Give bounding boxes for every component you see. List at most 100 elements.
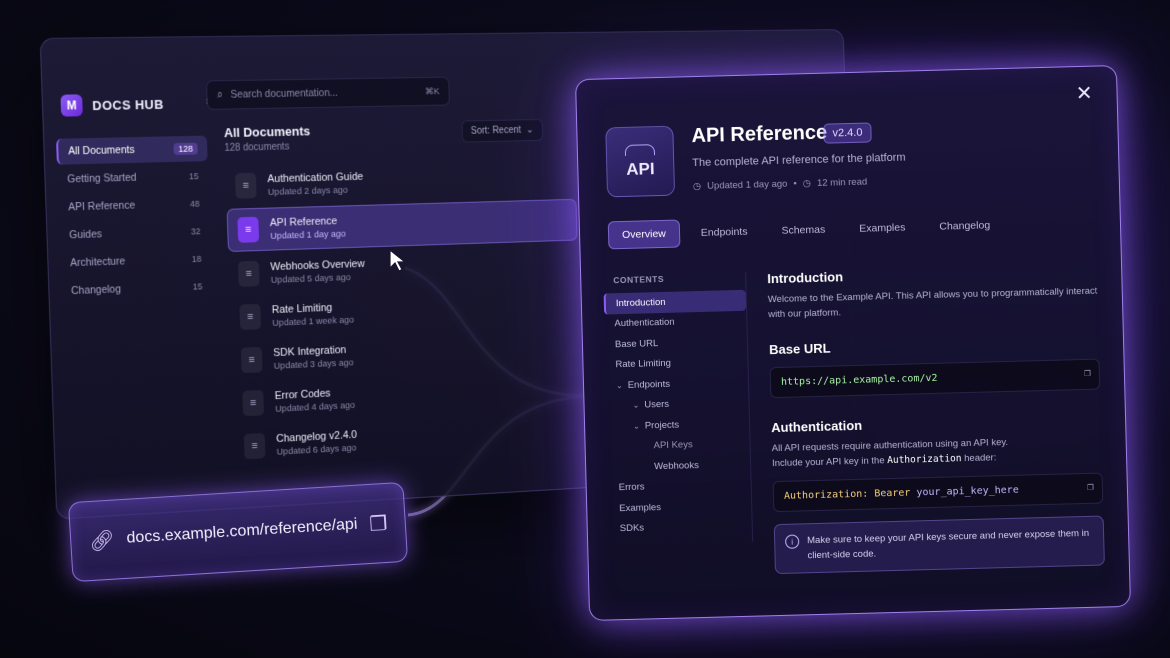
doc-meta: Updated 3 days ago bbox=[274, 357, 354, 371]
doc-meta: Updated 1 day ago bbox=[270, 228, 346, 241]
search-placeholder: Search documentation... bbox=[230, 86, 425, 101]
document-icon: ≡ bbox=[244, 433, 266, 460]
sidebar-item-count: 18 bbox=[192, 254, 202, 264]
copy-icon[interactable]: ❐ bbox=[1084, 366, 1091, 379]
sidebar-item-label: All Documents bbox=[68, 144, 135, 157]
sidebar-item-label: Changelog bbox=[71, 283, 121, 297]
api-cloud-icon bbox=[625, 144, 655, 156]
doc-name: SDK Integration bbox=[273, 343, 353, 358]
sidebar-item-api-reference[interactable]: API Reference 48 bbox=[58, 191, 210, 221]
document-icon: ≡ bbox=[241, 347, 263, 373]
document-icon: ≡ bbox=[239, 304, 261, 330]
tab-examples[interactable]: Examples bbox=[846, 214, 919, 242]
link-icon: 🔗︎ bbox=[89, 527, 116, 554]
sidebar-item-label: Guides bbox=[69, 228, 102, 241]
api-logo: API bbox=[605, 126, 675, 198]
tab-schemas[interactable]: Schemas bbox=[768, 216, 838, 244]
sidebar-item-label: Architecture bbox=[70, 255, 125, 269]
sidebar-item-all-documents[interactable]: All Documents 128 bbox=[56, 136, 208, 165]
clock-icon: ◷ bbox=[693, 181, 702, 192]
updated-text: Updated 1 day ago bbox=[707, 179, 788, 192]
doc-name: Webhooks Overview bbox=[270, 258, 365, 273]
sidebar-item-count: 15 bbox=[193, 281, 203, 291]
api-reference-window: ✕ API API Reference v2.4.0 The complete … bbox=[575, 65, 1131, 621]
document-list: All Documents 128 documents ≡ Authentica… bbox=[224, 118, 585, 467]
search-input[interactable]: ⌕ Search documentation... ⌘K bbox=[206, 77, 450, 110]
info-icon: i bbox=[785, 534, 799, 548]
doc-meta: Updated 1 week ago bbox=[272, 314, 354, 328]
separator-dot: • bbox=[793, 178, 797, 189]
page-meta: ◷ Updated 1 day ago • ◷ 12 min read bbox=[693, 177, 868, 193]
code-value: your_api_key_here bbox=[916, 485, 1019, 499]
sidebar-item-label: Getting Started bbox=[67, 172, 137, 186]
section-heading-authentication: Authentication bbox=[771, 412, 1101, 436]
document-icon: ≡ bbox=[237, 217, 259, 243]
clock-icon: ◷ bbox=[803, 178, 812, 189]
code-key: Authorization: bbox=[784, 489, 869, 502]
sort-dropdown[interactable]: Sort: Recent ⌄ bbox=[461, 119, 542, 143]
copy-icon[interactable]: ❐ bbox=[369, 510, 388, 536]
base-url-code: https://api.example.com/v2 bbox=[781, 373, 938, 388]
sidebar: All Documents 128 Getting Started 15 API… bbox=[56, 136, 212, 307]
sidebar-item-changelog[interactable]: Changelog 15 bbox=[61, 273, 213, 304]
read-time: 12 min read bbox=[817, 177, 867, 189]
toc-sdks[interactable]: SDKs bbox=[610, 515, 752, 539]
doc-name: Authentication Guide bbox=[267, 171, 363, 185]
tab-endpoints[interactable]: Endpoints bbox=[687, 218, 760, 246]
document-icon: ≡ bbox=[238, 261, 260, 287]
sidebar-item-count: 128 bbox=[173, 143, 197, 155]
doc-meta: Updated 2 days ago bbox=[268, 184, 364, 197]
page-title: API Reference bbox=[691, 122, 827, 149]
document-icon: ≡ bbox=[235, 173, 257, 199]
share-link-url: docs.example.com/reference/api bbox=[126, 516, 358, 548]
table-of-contents: CONTENTS Introduction Authentication Bas… bbox=[603, 272, 753, 546]
doc-meta: Updated 6 days ago bbox=[276, 442, 357, 457]
sidebar-item-count: 32 bbox=[191, 226, 201, 236]
code-bearer: Bearer bbox=[874, 488, 910, 500]
search-shortcut: ⌘K bbox=[425, 86, 440, 97]
chevron-down-icon: ⌄ bbox=[633, 421, 640, 430]
docs-hub-logo-icon: M bbox=[60, 94, 82, 116]
brand: M DOCS HUB ↕ bbox=[60, 93, 164, 117]
sidebar-item-label: API Reference bbox=[68, 200, 135, 214]
sidebar-item-getting-started[interactable]: Getting Started 15 bbox=[57, 163, 209, 193]
copy-icon[interactable]: ❐ bbox=[1087, 480, 1094, 493]
close-icon[interactable]: ✕ bbox=[1075, 81, 1092, 106]
doc-name: Rate Limiting bbox=[272, 301, 354, 316]
chevron-down-icon: ⌄ bbox=[616, 381, 623, 390]
mouse-cursor-icon bbox=[388, 248, 408, 274]
sort-label: Sort: Recent bbox=[471, 125, 522, 137]
page-subtitle: The complete API reference for the platf… bbox=[692, 152, 906, 170]
toc-label: Projects bbox=[645, 419, 680, 431]
section-text-introduction: Welcome to the Example API. This API all… bbox=[768, 284, 1099, 323]
inline-code-authorization: Authorization bbox=[887, 453, 962, 466]
section-heading-base-url: Base URL bbox=[769, 334, 1099, 358]
code-block-base-url: https://api.example.com/v2 ❐ bbox=[770, 359, 1101, 399]
section-heading-introduction: Introduction bbox=[767, 263, 1097, 287]
note-text: Make sure to keep your API keys secure a… bbox=[807, 526, 1094, 563]
brand-name: DOCS HUB bbox=[92, 96, 164, 112]
version-badge: v2.4.0 bbox=[823, 122, 871, 143]
chevron-down-icon: ⌄ bbox=[632, 401, 639, 410]
text-fragment: Include your API key in the bbox=[772, 455, 885, 469]
tab-bar: Overview Endpoints Schemas Examples Chan… bbox=[608, 211, 1004, 249]
search-icon: ⌕ bbox=[217, 89, 223, 102]
sidebar-item-guides[interactable]: Guides 32 bbox=[59, 218, 211, 248]
sidebar-item-architecture[interactable]: Architecture 18 bbox=[60, 246, 212, 277]
toc-label: Endpoints bbox=[628, 379, 671, 391]
sidebar-item-count: 48 bbox=[190, 199, 200, 209]
code-block-authorization: Authorization: Bearer your_api_key_here … bbox=[773, 473, 1104, 513]
toc-label: Users bbox=[644, 399, 669, 411]
doc-meta: Updated 5 days ago bbox=[271, 271, 366, 285]
security-note: i Make sure to keep your API keys secure… bbox=[774, 515, 1105, 574]
contents-label: CONTENTS bbox=[613, 272, 745, 285]
document-icon: ≡ bbox=[242, 390, 264, 416]
api-logo-text: API bbox=[626, 159, 655, 180]
chevron-down-icon: ⌄ bbox=[523, 125, 533, 136]
text-fragment: header: bbox=[964, 452, 997, 464]
tab-overview[interactable]: Overview bbox=[608, 220, 680, 250]
sidebar-item-count: 15 bbox=[189, 171, 199, 181]
doc-name: API Reference bbox=[270, 215, 346, 229]
tab-changelog[interactable]: Changelog bbox=[926, 212, 1003, 240]
doc-content: Introduction Welcome to the Example API.… bbox=[767, 263, 1105, 575]
